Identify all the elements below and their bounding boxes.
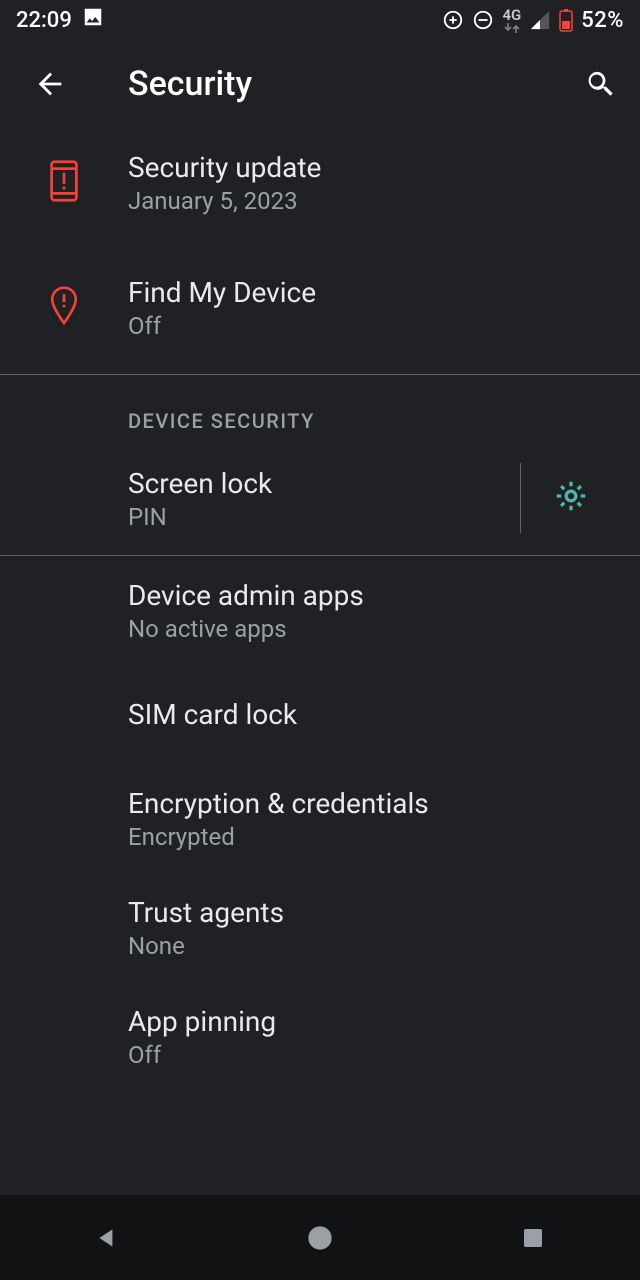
navigation-bar <box>0 1195 640 1280</box>
encryption-subtitle: Encrypted <box>128 823 620 851</box>
sim-lock-title: SIM card lock <box>128 697 620 732</box>
battery-icon <box>559 8 573 32</box>
trust-agents-subtitle: None <box>128 932 620 960</box>
page-title: Security <box>128 64 252 104</box>
trust-agents-title: Trust agents <box>128 895 620 930</box>
row-device-admin[interactable]: Device admin apps No active apps <box>0 556 640 665</box>
row-encryption[interactable]: Encryption & credentials Encrypted <box>0 764 640 873</box>
device-admin-title: Device admin apps <box>128 578 620 613</box>
find-my-device-subtitle: Off <box>128 312 620 340</box>
app-pinning-subtitle: Off <box>128 1041 620 1069</box>
screen-lock-title: Screen lock <box>128 466 520 501</box>
nav-back-button[interactable] <box>87 1218 127 1258</box>
security-update-subtitle: January 5, 2023 <box>128 187 620 215</box>
app-bar: Security <box>0 40 640 128</box>
app-pinning-title: App pinning <box>128 1004 620 1039</box>
dnd-icon <box>472 9 494 31</box>
search-button[interactable] <box>580 64 620 104</box>
status-time: 22:09 <box>16 8 72 33</box>
image-icon <box>82 6 104 34</box>
network-type: 4G <box>502 8 521 33</box>
nav-home-button[interactable] <box>300 1218 340 1258</box>
device-admin-subtitle: No active apps <box>128 615 620 643</box>
screen-lock-settings-button[interactable] <box>520 463 620 533</box>
row-find-my-device[interactable]: Find My Device Off <box>0 237 640 374</box>
screen-lock-subtitle: PIN <box>128 503 520 531</box>
signal-icon <box>529 9 551 31</box>
encryption-title: Encryption & credentials <box>128 786 620 821</box>
nav-recent-button[interactable] <box>513 1218 553 1258</box>
section-header-device-security: DEVICE SECURITY <box>0 375 640 441</box>
phone-alert-icon <box>47 159 81 207</box>
back-button[interactable] <box>30 64 70 104</box>
battery-text: 52% <box>581 8 624 33</box>
security-update-title: Security update <box>128 150 620 185</box>
status-bar: 22:09 4G 52% <box>0 0 640 40</box>
row-security-update[interactable]: Security update January 5, 2023 <box>0 128 640 237</box>
location-alert-icon <box>48 285 80 331</box>
row-sim-lock[interactable]: SIM card lock <box>0 665 640 764</box>
row-trust-agents[interactable]: Trust agents None <box>0 873 640 982</box>
find-my-device-title: Find My Device <box>128 275 620 310</box>
data-saver-icon <box>442 9 464 31</box>
row-app-pinning[interactable]: App pinning Off <box>0 982 640 1091</box>
gear-icon <box>553 478 589 518</box>
row-screen-lock[interactable]: Screen lock PIN <box>0 441 640 555</box>
